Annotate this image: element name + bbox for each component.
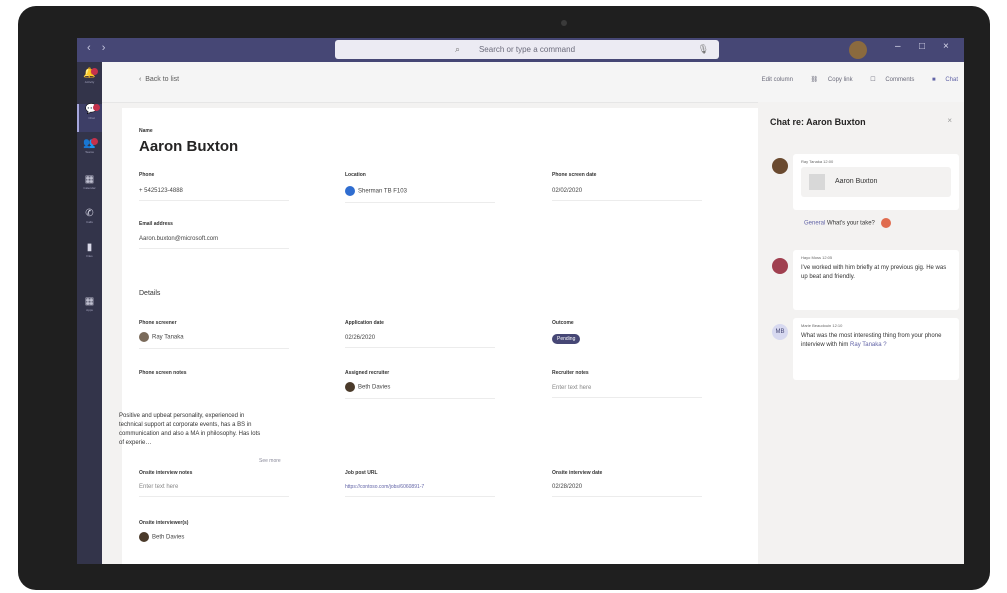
location-field[interactable]: Sherman TB F103 bbox=[345, 186, 495, 203]
notification-badge bbox=[91, 138, 98, 145]
phone-screen-date-field[interactable]: 02/02/2020 bbox=[552, 188, 702, 201]
rail-item-files[interactable]: ▮ Files bbox=[77, 242, 102, 270]
copy-link-button[interactable]: ⛓ Copy link bbox=[803, 77, 853, 83]
message-author: Ray Tanaka 12:00 bbox=[801, 159, 834, 164]
comments-button[interactable]: ☐ Comments bbox=[862, 77, 914, 83]
chat-button[interactable]: ■ Chat bbox=[924, 77, 958, 83]
phone-label: Phone bbox=[139, 172, 155, 178]
assigned-recruiter-label: Assigned recruiter bbox=[345, 370, 390, 376]
name-label: Name bbox=[139, 128, 153, 134]
back-to-list-button[interactable]: ‹ Back to list bbox=[139, 76, 179, 83]
location-pin-icon bbox=[345, 186, 355, 196]
onsite-interviewers-label: Onsite interviewer(s) bbox=[139, 520, 189, 526]
message-text: What was the most interesting thing from… bbox=[801, 333, 942, 348]
calendar-icon: ▦ bbox=[84, 174, 95, 185]
onsite-date-field[interactable]: 02/28/2020 bbox=[552, 484, 702, 497]
record-card[interactable]: Aaron Buxton bbox=[801, 167, 951, 197]
chat-pane-title: Chat re: Aaron Buxton bbox=[770, 117, 866, 127]
content-area: ‹ Back to list Edit column ⛓ Copy link ☐… bbox=[102, 62, 964, 564]
onsite-interviewers-field[interactable]: Beth Davies bbox=[139, 532, 289, 548]
outcome-label: Outcome bbox=[552, 320, 574, 326]
details-heading: Details bbox=[139, 290, 161, 297]
job-post-label: Job post URL bbox=[345, 470, 378, 476]
phone-icon: ✆ bbox=[85, 208, 94, 219]
phone-notes-text[interactable]: Positive and upbeat personality, experie… bbox=[119, 412, 261, 448]
avatar bbox=[772, 258, 788, 274]
chat-pane: Chat re: Aaron Buxton × Ray Tanaka 12:00… bbox=[758, 102, 964, 564]
maximize-button[interactable]: □ bbox=[919, 41, 925, 52]
card-name: Aaron Buxton bbox=[835, 178, 878, 185]
history-arrows[interactable]: ‹ › bbox=[87, 42, 109, 54]
onsite-notes-label: Onsite interview notes bbox=[139, 470, 193, 476]
see-more-link[interactable]: See more bbox=[259, 458, 281, 464]
chat-reply: General What's your take? bbox=[804, 218, 891, 228]
chat-message: Marie Beaudouin 12:10 What was the most … bbox=[793, 318, 959, 380]
avatar bbox=[345, 382, 355, 392]
microphone-icon[interactable]: 🎙 bbox=[698, 40, 709, 59]
onsite-notes-field[interactable]: Enter text here bbox=[139, 484, 289, 497]
record-icon bbox=[809, 174, 825, 190]
notification-badge bbox=[93, 104, 100, 111]
reaction-icon[interactable] bbox=[880, 218, 891, 228]
rail-item-activity[interactable]: 🔔 Activity bbox=[77, 68, 102, 96]
chat-message: Ray Tanaka 12:00 Aaron Buxton bbox=[793, 154, 959, 210]
message-author: Hayo Moss 12:05 bbox=[801, 255, 833, 260]
application-date-field[interactable]: 02/26/2020 bbox=[345, 335, 495, 348]
location-label: Location bbox=[345, 172, 366, 178]
phone-screener-field[interactable]: Ray Tanaka bbox=[139, 332, 289, 349]
message-text: I've worked with him briefly at my previ… bbox=[801, 265, 947, 280]
phone-notes-label: Phone screen notes bbox=[139, 370, 187, 376]
reply-text: What's your take? bbox=[827, 220, 875, 227]
onsite-date-label: Onsite interview date bbox=[552, 470, 603, 476]
record-name: Aaron Buxton bbox=[139, 138, 239, 155]
phone-screener-label: Phone screener bbox=[139, 320, 177, 326]
email-field[interactable]: Aaron.buxton@microsoft.com bbox=[139, 236, 289, 249]
avatar bbox=[772, 158, 788, 174]
message-author: Marie Beaudouin 12:10 bbox=[801, 323, 843, 328]
mention[interactable]: Ray Tanaka ? bbox=[850, 342, 887, 348]
link-icon: ⛓ bbox=[810, 77, 819, 83]
phone-field[interactable]: + 5425123-4888 bbox=[139, 188, 289, 201]
avatar: MB bbox=[772, 324, 788, 340]
teams-window: ‹ › ⌕ Search or type a command 🎙 – □ × 🔔… bbox=[77, 38, 964, 564]
apps-icon: ▦ bbox=[84, 296, 95, 307]
chat-message: Hayo Moss 12:05 I've worked with him bri… bbox=[793, 250, 959, 310]
email-label: Email address bbox=[139, 221, 173, 227]
comment-icon: ☐ bbox=[870, 77, 876, 83]
channel-tag[interactable]: General bbox=[804, 221, 825, 227]
rail-item-calls[interactable]: ✆ Calls bbox=[77, 208, 102, 236]
avatar bbox=[139, 532, 149, 542]
chat-icon: ■ bbox=[932, 77, 936, 83]
minimize-button[interactable]: – bbox=[895, 41, 901, 52]
edit-columns-button[interactable]: Edit column bbox=[762, 77, 793, 83]
record-actions: Edit column ⛓ Copy link ☐ Comments ■ Cha… bbox=[754, 76, 958, 83]
search-box[interactable]: ⌕ Search or type a command 🎙 bbox=[335, 40, 719, 59]
rail-item-chat[interactable]: 💬 Chat bbox=[77, 104, 104, 132]
record-toolbar: ‹ Back to list Edit column ⛓ Copy link ☐… bbox=[102, 62, 964, 103]
camera bbox=[561, 20, 567, 26]
rail-item-teams[interactable]: 👥 Teams bbox=[77, 138, 102, 166]
recruiter-notes-field[interactable]: Enter text here bbox=[552, 385, 702, 398]
search-placeholder: Search or type a command bbox=[478, 45, 576, 54]
file-icon: ▮ bbox=[86, 242, 93, 253]
app-rail: 🔔 Activity 💬 Chat 👥 Teams ▦ Calendar ✆ C… bbox=[77, 62, 104, 564]
close-icon[interactable]: × bbox=[947, 116, 952, 125]
application-date-label: Application date bbox=[345, 320, 384, 326]
job-post-link[interactable]: https://contoso.com/jobs/6060891-7 bbox=[345, 484, 495, 497]
notification-badge bbox=[91, 68, 98, 75]
phone-screen-date-label: Phone screen date bbox=[552, 172, 597, 178]
outcome-status-badge[interactable]: Pending bbox=[552, 334, 581, 344]
search-icon: ⌕ bbox=[455, 44, 461, 54]
avatar bbox=[139, 332, 149, 342]
record-detail: Name Aaron Buxton Phone + 5425123-4888 L… bbox=[122, 108, 758, 564]
rail-item-apps[interactable]: ▦ Apps bbox=[77, 296, 102, 324]
recruiter-notes-label: Recruiter notes bbox=[552, 370, 589, 376]
title-bar: ‹ › ⌕ Search or type a command 🎙 – □ × bbox=[77, 38, 964, 62]
close-button[interactable]: × bbox=[943, 41, 949, 52]
rail-item-calendar[interactable]: ▦ Calendar bbox=[77, 174, 102, 202]
assigned-recruiter-field[interactable]: Beth Davies bbox=[345, 382, 495, 399]
user-avatar[interactable] bbox=[849, 41, 867, 59]
